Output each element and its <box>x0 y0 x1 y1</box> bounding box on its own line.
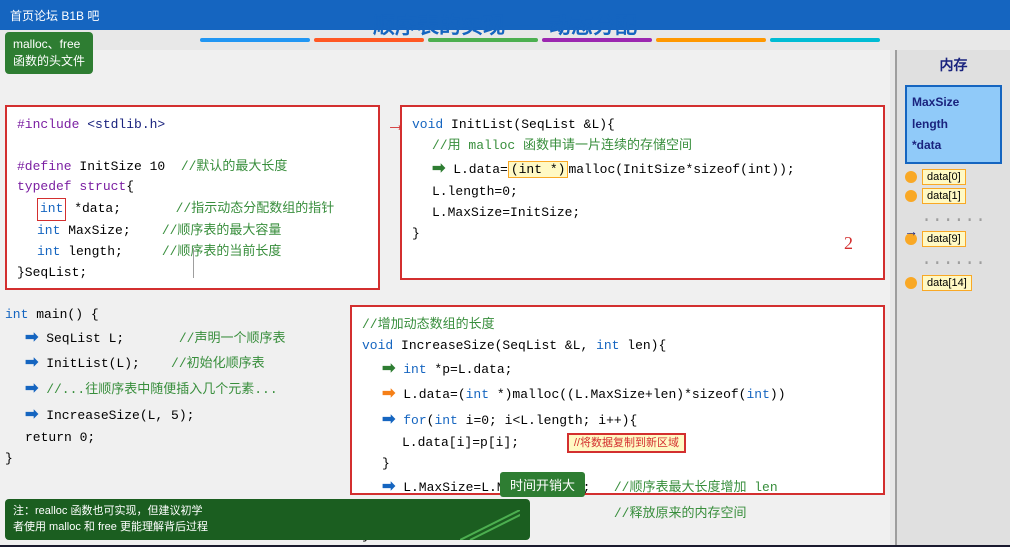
memory-label-14: data[14] <box>922 275 972 291</box>
title-lines <box>200 38 880 42</box>
tr-line-maxsize: L.MaxSize=InitSize; <box>412 203 873 224</box>
memory-dots-middle: ...... <box>905 207 1002 229</box>
memory-dots-lower: ...... <box>905 250 1002 272</box>
code-line-maxsize: int MaxSize; //顺序表的最大容量 <box>17 221 368 242</box>
code-line-data: int *data; //指示动态分配数组的指针 <box>17 198 368 221</box>
bl-return: return 0; <box>5 428 345 449</box>
annotation-2: 2 <box>844 229 853 258</box>
memory-dot-1 <box>905 190 917 202</box>
tr-line-void: void InitList(SeqList &L){ <box>412 115 873 136</box>
tr-close: } <box>412 224 873 245</box>
br-comment-increase: //增加动态数组的长度 <box>362 315 873 336</box>
bottom-annotation: 注：realloc 函数也可实现，但建议初学 者使用 malloc 和 free… <box>5 499 530 540</box>
tr-line-data: ➡ L.data=(int *)malloc(InitSize*sizeof(i… <box>412 157 873 183</box>
memory-item-0: data[0] <box>905 169 1002 185</box>
green-annotation: malloc、free 函数的头文件 <box>5 32 93 74</box>
banner-text: 首页论坛 B1B 吧 <box>10 7 99 24</box>
memory-arrow-right: → <box>907 225 915 241</box>
copy-annotation: //将数据复制到新区域 <box>567 433 686 453</box>
bl-comment: ➡ //...往顺序表中随便插入几个元素... <box>5 377 345 403</box>
left-arrow-to-topright: → <box>390 115 402 138</box>
decoration-lines <box>460 510 520 540</box>
main-container: 首页论坛 B1B 吧 顺序表的实现——动态分配 malloc、free 函数的头… <box>0 0 1010 545</box>
tr-line-length: L.length=0; <box>412 182 873 203</box>
bl-initlist: ➡ InitList(L); //初始化顺序表 <box>5 351 345 377</box>
topleft-code-box: #include <stdlib.h> #define InitSize 10 … <box>5 105 380 290</box>
memory-field-length: length <box>912 114 995 136</box>
memory-label-9: data[9] <box>922 231 966 247</box>
green-annotation-line2: 函数的头文件 <box>13 53 85 70</box>
title-line-5 <box>656 38 766 42</box>
bottom-annotation-text: 注：realloc 函数也可实现，但建议初学 者使用 malloc 和 free… <box>13 504 522 535</box>
bl-increase: ➡ IncreaseSize(L, 5); <box>5 403 345 429</box>
memory-field-maxsize: MaxSize <box>912 92 995 114</box>
tr-comment: //用 malloc 函数申请一片连续的存储空间 <box>412 136 873 157</box>
memory-field-data: *data <box>912 135 995 157</box>
memory-struct-box: MaxSize length *data <box>905 85 1002 164</box>
br-p-data: ➡ int *p=L.data; <box>362 357 873 383</box>
memory-label-0: data[0] <box>922 169 966 185</box>
title-line-2 <box>314 38 424 42</box>
vertical-divider <box>193 248 194 278</box>
time-annotation: 时间开销大 <box>500 472 585 497</box>
code-line-define: #define InitSize 10 //默认的最大长度 <box>17 157 368 178</box>
br-for: ➡ for(int i=0; i<L.length; i++){ <box>362 408 873 434</box>
memory-item-14: data[14] <box>905 275 1002 291</box>
time-annotation-text: 时间开销大 <box>510 478 575 493</box>
memory-data-list: data[0] data[1] ...... data[9] ...... da… <box>905 169 1002 291</box>
title-line-4 <box>542 38 652 42</box>
br-maxsize: ➡ L.MaxSize=L.MaxSize+len; //顺序表最大长度增加 l… <box>362 475 873 501</box>
memory-item-9: data[9] <box>905 231 1002 247</box>
code-line-include: #include <stdlib.h> <box>17 115 368 136</box>
green-annotation-line1: malloc、free <box>13 36 85 53</box>
br-copy: L.data[i]=p[i]; //将数据复制到新区域 <box>362 433 873 454</box>
memory-panel: 内存 MaxSize length *data → data[0] data[1… <box>895 50 1010 545</box>
topright-code-box: void InitList(SeqList &L){ //用 malloc 函数… <box>400 105 885 280</box>
code-line-typedef: typedef struct{ <box>17 177 368 198</box>
memory-dot-14 <box>905 277 917 289</box>
memory-dot-0 <box>905 171 917 183</box>
bottomright-code-box: //增加动态数组的长度 void IncreaseSize(SeqList &L… <box>350 305 885 495</box>
title-line-6 <box>770 38 880 42</box>
br-void-increase: void IncreaseSize(SeqList &L, int len){ <box>362 336 873 357</box>
code-line-blank1 <box>17 136 368 157</box>
title-line-1 <box>200 38 310 42</box>
bl-close: } <box>5 449 345 470</box>
title-line-3 <box>428 38 538 42</box>
bl-main: int main() { <box>5 305 345 326</box>
br-ldata-malloc: ➡ L.data=(int *)malloc((L.MaxSize+len)*s… <box>362 382 873 408</box>
content-area: #include <stdlib.h> #define InitSize 10 … <box>0 50 890 545</box>
memory-label-1: data[1] <box>922 188 966 204</box>
br-close1: } <box>362 454 873 475</box>
memory-item-1: data[1] <box>905 188 1002 204</box>
page-title: 顺序表的实现——动态分配 <box>373 8 637 40</box>
bl-seqlist: ➡ SeqList L; //声明一个顺序表 <box>5 326 345 352</box>
memory-title: 内存 <box>897 50 1010 80</box>
